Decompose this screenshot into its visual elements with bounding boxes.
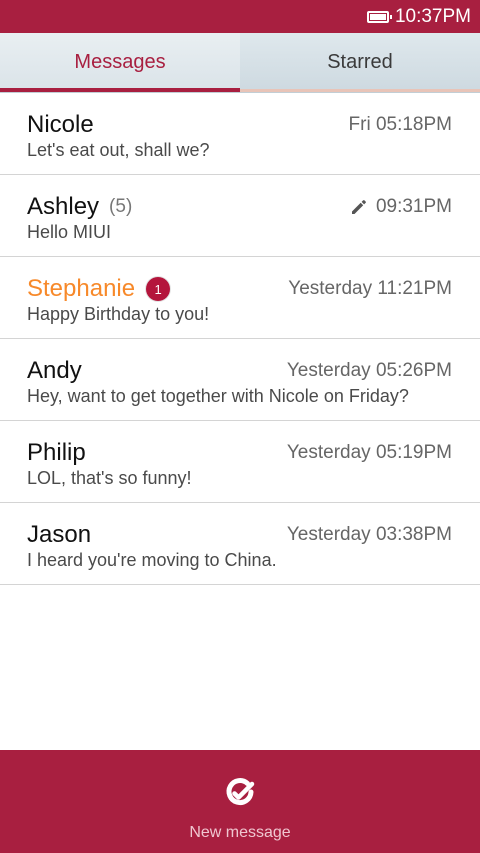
unread-badge: 1 [146,277,171,301]
contact-name-text: Philip [27,439,86,466]
contact-name-text: Jason [27,521,92,548]
message-time: Yesterday 05:26PM [287,360,452,382]
message-row-andy[interactable]: Andy Yesterday 05:26PM Hey, want to get … [0,339,480,421]
new-message-button[interactable]: New message [0,824,480,842]
battery-icon [366,10,392,23]
message-time: Fri 05:18PM [349,114,452,136]
status-time: 10:37PM [394,5,471,27]
tab-bar: Messages Starred [0,33,480,93]
message-time: Yesterday 11:21PM [288,278,452,300]
message-preview: I heard you're moving to China. [27,550,277,570]
message-row-ashley[interactable]: Ashley (5) 09:31PM Hello MIUI [0,175,480,257]
message-time-text: Yesterday 05:26PM [286,360,452,381]
message-preview: Happy Birthday to you! [27,304,210,324]
compose-icon[interactable] [222,774,258,810]
message-time-text: Fri 05:18PM [348,114,452,135]
status-indicators: 10:37PM [366,0,471,33]
message-preview: LOL, that's so funny! [27,468,192,488]
message-preview: Hello MIUI [27,222,112,242]
message-time-text: Yesterday 03:38PM [286,524,452,545]
message-preview: Let's eat out, shall we? [27,140,210,160]
message-time: Yesterday 05:19PM [287,442,452,464]
contact-name: Stephanie 1 [27,275,171,303]
tab-messages[interactable]: Messages [0,33,240,92]
contact-name-text: Andy [27,357,82,384]
status-bar: 10:37PM [0,0,480,33]
pencil-icon [351,200,366,214]
bottom-action-bar: New message [0,750,480,853]
message-time-text: Yesterday 11:21PM [288,278,452,299]
message-row-jason[interactable]: Jason Yesterday 03:38PM I heard you're m… [0,503,480,585]
message-time-text: Yesterday 05:19PM [286,442,452,463]
message-list: Nicole Fri 05:18PM Let's eat out, shall … [0,93,480,585]
message-row-stephanie[interactable]: Stephanie 1 Yesterday 11:21PM Happy Birt… [0,257,480,339]
contact-name-text: Nicole [27,111,94,138]
contact-name-text: Ashley [27,193,100,220]
message-count: (5) [109,196,133,217]
contact-name: Andy [27,357,82,385]
contact-name: Jason [27,521,91,549]
contact-name-text: Stephanie [27,275,136,302]
contact-name: Nicole [27,111,94,139]
contact-name: Ashley (5) [27,193,132,221]
message-row-nicole[interactable]: Nicole Fri 05:18PM Let's eat out, shall … [0,93,480,175]
message-time: Yesterday 03:38PM [287,524,452,546]
message-time-text: 09:31PM [375,196,452,217]
contact-name: Philip [27,439,86,467]
message-time: 09:31PM [350,196,452,218]
tab-starred[interactable]: Starred [240,33,480,92]
message-row-philip[interactable]: Philip Yesterday 05:19PM LOL, that's so … [0,421,480,503]
message-preview: Hey, want to get together with Nicole on… [27,386,409,406]
